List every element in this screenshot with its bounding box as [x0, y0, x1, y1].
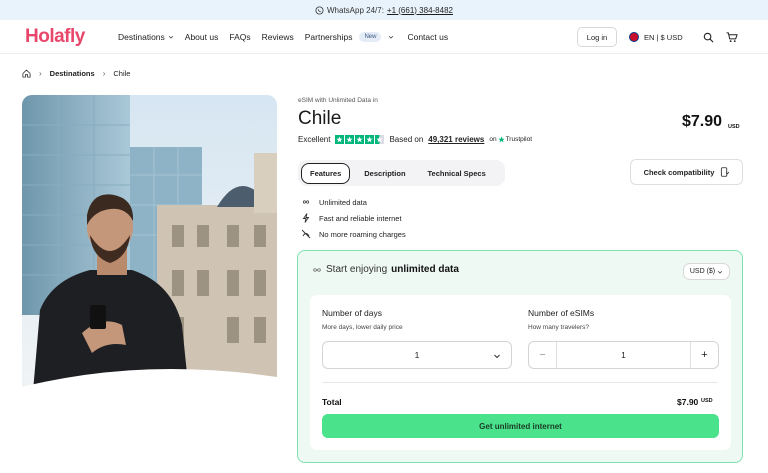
- esims-stepper: − 1 +: [528, 341, 719, 369]
- currency-select[interactable]: USD ($): [683, 263, 730, 280]
- new-badge: New: [359, 32, 382, 42]
- days-value: 1: [414, 350, 420, 360]
- holafly-logo[interactable]: Holafly: [25, 26, 85, 48]
- rating-row: Excellent Based on 49,321 reviews on Tru…: [298, 135, 532, 144]
- feature-label: No more roaming charges: [319, 229, 406, 239]
- feature-label: Fast and reliable internet: [319, 213, 402, 223]
- esims-value[interactable]: 1: [556, 342, 691, 368]
- locale-selector[interactable]: EN | $ USD: [629, 32, 683, 42]
- feature-item: Fast and reliable internet: [301, 210, 406, 226]
- esims-sublabel: How many travelers?: [528, 324, 590, 331]
- phone-link[interactable]: +1 (661) 384-8482: [387, 6, 453, 15]
- whatsapp-icon: [315, 5, 324, 15]
- trustpilot-logo: on Trustpilot: [489, 136, 532, 143]
- nav-label: Destinations: [118, 32, 165, 42]
- compat-label: Check compatibility: [643, 167, 715, 177]
- nav-about[interactable]: About us: [185, 32, 219, 42]
- infinity-icon: [303, 200, 309, 204]
- nav-faqs[interactable]: FAQs: [229, 32, 250, 42]
- nav-reviews[interactable]: Reviews: [262, 32, 294, 42]
- decrement-button[interactable]: −: [529, 342, 556, 368]
- home-icon[interactable]: [22, 69, 31, 78]
- breadcrumb-separator: ›: [102, 69, 106, 78]
- cart-icon[interactable]: [726, 32, 738, 43]
- nav-label: Contact us: [407, 32, 449, 42]
- trustpilot-star-icon: [497, 136, 505, 143]
- days-label: Number of days: [322, 308, 382, 318]
- offer-heading: Start enjoying unlimited data: [312, 264, 459, 275]
- hero-image: [22, 95, 277, 403]
- tab-description[interactable]: Description: [356, 164, 413, 183]
- login-button[interactable]: Log in: [577, 27, 617, 47]
- nav-label: Reviews: [261, 32, 294, 42]
- star-icon: [365, 135, 375, 144]
- half-star-icon: [375, 135, 385, 144]
- announcement-bar: WhatsApp 24/7: +1 (661) 384-8482: [0, 0, 768, 20]
- divider: [322, 382, 718, 383]
- chevron-down-icon: [389, 35, 394, 39]
- breadcrumb-destinations[interactable]: Destinations: [50, 69, 95, 78]
- esims-label: Number of eSIMs: [528, 308, 595, 318]
- nav-partnerships[interactable]: Partnerships New: [305, 32, 395, 42]
- nav-label: About us: [184, 32, 219, 42]
- traveler-photo: [22, 95, 277, 403]
- reviews-prefix: Based on: [389, 135, 424, 144]
- total-label: Total: [322, 397, 342, 407]
- offer-panel: Start enjoying unlimited data USD ($) Nu…: [297, 250, 743, 463]
- get-unlimited-internet-button[interactable]: Get unlimited internet: [322, 414, 719, 438]
- offer-heading-bold: unlimited data: [391, 264, 459, 275]
- days-select[interactable]: 1: [322, 341, 512, 369]
- main-nav: Destinations About us FAQs Reviews Partn…: [118, 32, 459, 42]
- no-roaming-icon: [301, 229, 311, 239]
- feature-list: Unlimited data Fast and reliable interne…: [301, 194, 406, 242]
- tab-features[interactable]: Features: [301, 162, 351, 184]
- uk-flag-icon: [629, 32, 639, 42]
- reviews-link[interactable]: 49,321 reviews: [428, 135, 484, 144]
- chevron-down-icon: [494, 354, 500, 359]
- product-tabs: Features Description Technical Specs: [298, 160, 505, 186]
- rating-label: Excellent: [298, 135, 331, 144]
- reviews-on: on: [489, 136, 497, 143]
- phone-check-icon: [721, 167, 730, 177]
- nav-contact[interactable]: Contact us: [407, 32, 448, 42]
- page-title: Chile: [298, 108, 342, 129]
- feature-label: Unlimited data: [319, 197, 367, 207]
- check-compatibility-button[interactable]: Check compatibility: [630, 159, 743, 185]
- tab-technical-specs[interactable]: Technical Specs: [420, 164, 494, 183]
- increment-button[interactable]: +: [691, 342, 718, 368]
- feature-item: Unlimited data: [301, 194, 406, 210]
- star-icon: [345, 135, 355, 144]
- trustpilot-label: Trustpilot: [505, 136, 533, 143]
- nav-label: FAQs: [229, 32, 251, 42]
- currency-value: USD ($): [689, 268, 716, 275]
- star-icon: [335, 135, 345, 144]
- nav-destinations[interactable]: Destinations: [118, 32, 174, 42]
- total-value: $7.90: [677, 397, 699, 407]
- product-price: $7.90: [682, 113, 723, 130]
- chevron-down-icon: [168, 35, 173, 39]
- feature-item: No more roaming charges: [301, 226, 406, 242]
- trustpilot-stars: [335, 135, 385, 144]
- plan-config-card: Number of days More days, lower daily pr…: [310, 295, 731, 450]
- site-header: Holafly Destinations About us FAQs Revie…: [0, 20, 768, 54]
- price-currency: USD: [728, 124, 740, 130]
- breadcrumb: › Destinations › Chile: [22, 69, 130, 78]
- locale-label: EN | $ USD: [644, 32, 683, 42]
- infinity-icon: [313, 267, 321, 272]
- offer-heading-prefix: Start enjoying: [326, 264, 388, 275]
- breadcrumb-separator: ›: [39, 69, 42, 78]
- search-icon[interactable]: [703, 32, 714, 43]
- nav-label: Partnerships: [304, 32, 353, 42]
- breadcrumb-current: Chile: [113, 69, 131, 78]
- days-sublabel: More days, lower daily price: [322, 324, 403, 331]
- total-currency: USD: [701, 398, 713, 404]
- chevron-down-icon: [718, 270, 723, 274]
- lightning-icon: [302, 213, 310, 223]
- product-eyebrow: eSIM with Unlimited Data in: [298, 97, 378, 104]
- whatsapp-label: WhatsApp 24/7:: [327, 5, 384, 15]
- star-icon: [355, 135, 365, 144]
